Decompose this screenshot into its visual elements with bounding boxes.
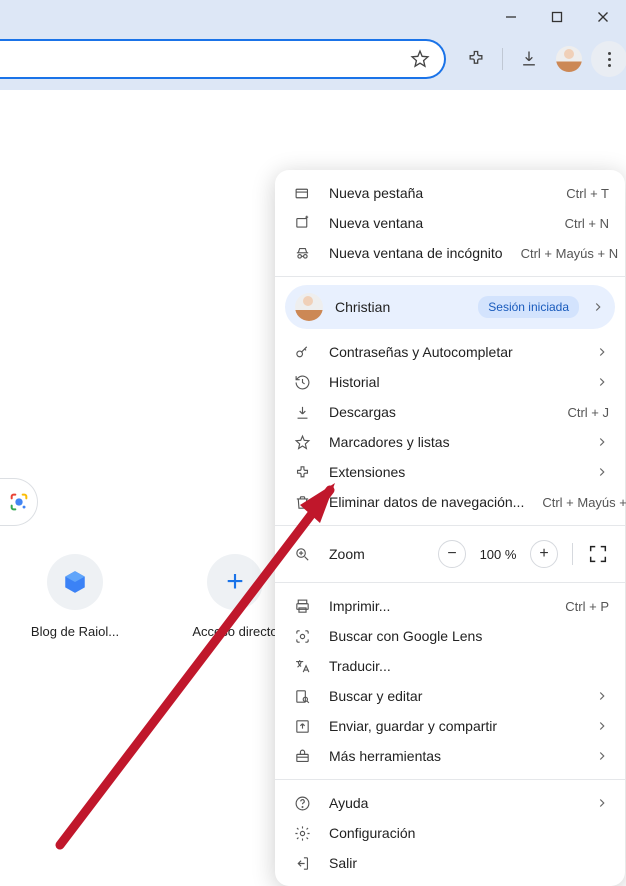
menu-find-edit[interactable]: Buscar y editar bbox=[275, 681, 625, 711]
chevron-right-icon bbox=[595, 375, 609, 389]
menu-google-lens[interactable]: Buscar con Google Lens bbox=[275, 621, 625, 651]
google-lens-sidebar-button[interactable] bbox=[0, 478, 38, 526]
print-icon bbox=[293, 597, 311, 615]
newtab-content: Blog de Raiol... + Acceso directo Nueva … bbox=[0, 90, 626, 803]
menu-history[interactable]: Historial bbox=[275, 367, 625, 397]
fullscreen-button[interactable] bbox=[587, 543, 609, 565]
avatar-icon bbox=[556, 46, 582, 72]
chevron-right-icon bbox=[595, 465, 609, 479]
chevron-right-icon bbox=[595, 435, 609, 449]
menu-new-window[interactable]: Nueva ventana Ctrl + N bbox=[275, 208, 625, 238]
key-icon bbox=[293, 343, 311, 361]
plus-icon: + bbox=[226, 565, 244, 599]
zoom-divider bbox=[572, 543, 573, 565]
window-close-button[interactable] bbox=[580, 0, 626, 34]
browser-toolbar bbox=[0, 34, 626, 90]
help-icon bbox=[293, 794, 311, 812]
lens-icon bbox=[293, 627, 311, 645]
star-icon bbox=[293, 433, 311, 451]
chevron-right-icon bbox=[595, 719, 609, 733]
menu-settings[interactable]: Configuración bbox=[275, 818, 625, 848]
find-icon bbox=[293, 687, 311, 705]
menu-new-tab[interactable]: Nueva pestaña Ctrl + T bbox=[275, 178, 625, 208]
share-icon bbox=[293, 717, 311, 735]
menu-clear-browsing-data[interactable]: Eliminar datos de navegación... Ctrl + M… bbox=[275, 487, 625, 517]
toolbox-icon bbox=[293, 747, 311, 765]
shortcut-raiola[interactable]: Blog de Raiol... bbox=[20, 554, 130, 639]
menu-separator bbox=[275, 779, 625, 780]
menu-print[interactable]: Imprimir... Ctrl + P bbox=[275, 591, 625, 621]
zoom-out-button[interactable]: − bbox=[438, 540, 466, 568]
profile-button[interactable] bbox=[551, 41, 587, 77]
zoom-in-button[interactable]: + bbox=[530, 540, 558, 568]
menu-new-incognito[interactable]: Nueva ventana de incógnito Ctrl + Mayús … bbox=[275, 238, 625, 268]
exit-icon bbox=[293, 854, 311, 872]
hexagon-icon bbox=[62, 569, 88, 595]
zoom-value: 100 % bbox=[476, 547, 520, 562]
new-window-icon bbox=[293, 214, 311, 232]
menu-extensions[interactable]: Extensiones bbox=[275, 457, 625, 487]
kebab-icon bbox=[608, 52, 611, 67]
incognito-icon bbox=[293, 244, 311, 262]
shortcut-label: Blog de Raiol... bbox=[31, 624, 119, 639]
chevron-right-icon bbox=[591, 300, 605, 314]
address-bar[interactable] bbox=[0, 39, 446, 79]
browser-main-menu: Nueva pestaña Ctrl + T Nueva ventana Ctr… bbox=[275, 170, 625, 886]
google-lens-icon bbox=[8, 491, 30, 513]
window-titlebar bbox=[0, 0, 626, 34]
menu-exit[interactable]: Salir bbox=[275, 848, 625, 878]
extensions-button[interactable] bbox=[458, 41, 494, 77]
window-maximize-button[interactable] bbox=[534, 0, 580, 34]
shortcut-label: Acceso directo bbox=[192, 624, 277, 639]
menu-help[interactable]: Ayuda bbox=[275, 788, 625, 818]
translate-icon bbox=[293, 657, 311, 675]
chevron-right-icon bbox=[595, 689, 609, 703]
zoom-icon bbox=[293, 545, 311, 563]
menu-separator bbox=[275, 276, 625, 277]
menu-downloads[interactable]: Descargas Ctrl + J bbox=[275, 397, 625, 427]
menu-more-tools[interactable]: Más herramientas bbox=[275, 741, 625, 771]
menu-separator bbox=[275, 582, 625, 583]
menu-passwords[interactable]: Contraseñas y Autocompletar bbox=[275, 337, 625, 367]
puzzle-icon bbox=[293, 463, 311, 481]
gear-icon bbox=[293, 824, 311, 842]
download-icon bbox=[293, 403, 311, 421]
menu-cast-save-share[interactable]: Enviar, guardar y compartir bbox=[275, 711, 625, 741]
trash-icon bbox=[293, 493, 311, 511]
history-icon bbox=[293, 373, 311, 391]
menu-translate[interactable]: Traducir... bbox=[275, 651, 625, 681]
chevron-right-icon bbox=[595, 749, 609, 763]
downloads-button[interactable] bbox=[511, 41, 547, 77]
window-minimize-button[interactable] bbox=[488, 0, 534, 34]
session-badge: Sesión iniciada bbox=[478, 296, 579, 318]
bookmark-star-icon[interactable] bbox=[410, 49, 430, 69]
shortcut-add[interactable]: + Acceso directo bbox=[180, 554, 290, 639]
more-menu-button[interactable] bbox=[591, 41, 626, 77]
menu-bookmarks[interactable]: Marcadores y listas bbox=[275, 427, 625, 457]
chevron-right-icon bbox=[595, 345, 609, 359]
menu-zoom-row: Zoom − 100 % + bbox=[275, 534, 625, 574]
chevron-right-icon bbox=[595, 796, 609, 810]
menu-profile-row[interactable]: Christian Sesión iniciada bbox=[285, 285, 615, 329]
toolbar-divider bbox=[502, 48, 503, 70]
menu-separator bbox=[275, 525, 625, 526]
new-tab-icon bbox=[293, 184, 311, 202]
avatar-icon bbox=[295, 293, 323, 321]
